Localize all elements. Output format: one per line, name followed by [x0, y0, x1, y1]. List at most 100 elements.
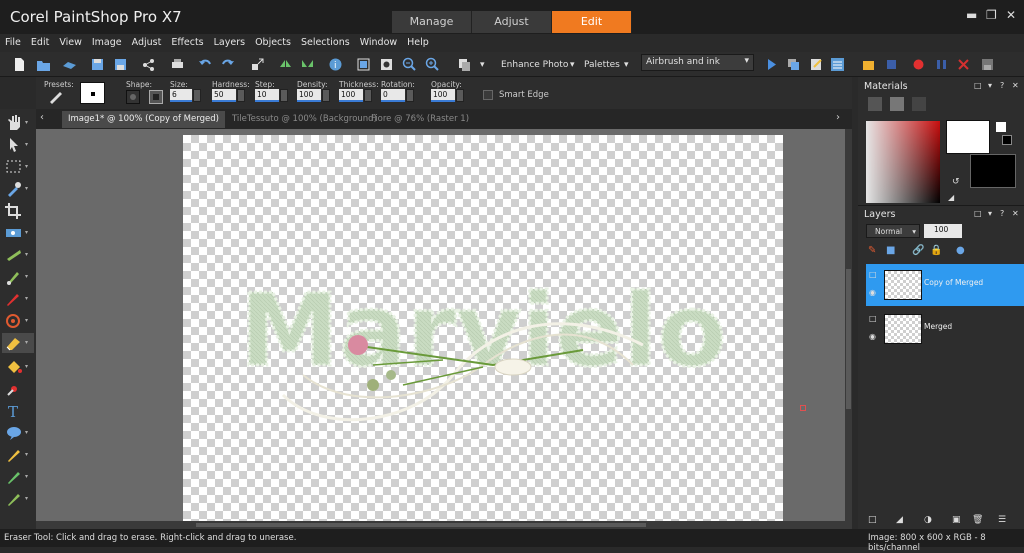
brush-preview[interactable]: [80, 82, 105, 104]
materials-help-icon[interactable]: ?: [1000, 81, 1004, 90]
hardness-spinner[interactable]: [237, 89, 245, 102]
menu-view[interactable]: View: [54, 34, 87, 51]
shape-round-button[interactable]: [126, 90, 140, 104]
crop-tool-icon[interactable]: [4, 202, 24, 220]
menu-help[interactable]: Help: [402, 34, 434, 51]
density-spinner[interactable]: [322, 89, 330, 102]
thickness-input[interactable]: 100: [339, 89, 363, 102]
cancel-script-icon[interactable]: [956, 57, 971, 72]
background-swatch[interactable]: [970, 154, 1016, 188]
visibility-eye-icon[interactable]: ◉: [869, 332, 876, 341]
menu-selections[interactable]: Selections: [296, 34, 355, 51]
rotation-spinner[interactable]: [406, 89, 414, 102]
link-layer-icon[interactable]: 🔗: [912, 245, 924, 256]
script-run-icon[interactable]: [861, 57, 876, 72]
full-screen-icon[interactable]: [356, 57, 371, 72]
size-spinner[interactable]: [193, 89, 201, 102]
pan-tool-icon[interactable]: [4, 114, 24, 132]
thickness-spinner[interactable]: [364, 89, 372, 102]
shape-square-button[interactable]: [149, 90, 163, 104]
layer-row-merged[interactable]: □ ◉ Merged: [866, 308, 1024, 350]
info-icon[interactable]: i: [328, 57, 343, 72]
batch-icon[interactable]: [786, 57, 801, 72]
layer-properties-icon[interactable]: ✎: [868, 245, 876, 256]
makeover-tool-arrow-icon[interactable]: ▾: [25, 495, 28, 502]
lock-layer-icon[interactable]: 🔒: [930, 245, 942, 256]
new-file-icon[interactable]: [12, 57, 27, 72]
canvas-workspace[interactable]: Marvielo: [36, 129, 845, 521]
paint-brush-tool-icon[interactable]: [4, 290, 24, 308]
layers-menu-icon[interactable]: □: [974, 209, 982, 218]
duplicate-layer-icon[interactable]: ▣: [952, 515, 961, 525]
step-spinner[interactable]: [280, 89, 288, 102]
browse-icon[interactable]: [62, 57, 77, 72]
size-input[interactable]: 6: [170, 89, 192, 102]
menu-adjust[interactable]: Adjust: [127, 34, 167, 51]
color-picker[interactable]: [866, 121, 940, 203]
layers-close-icon[interactable]: ✕: [1012, 209, 1019, 218]
straighten-tool-icon[interactable]: [4, 224, 24, 242]
visibility-eye-icon[interactable]: ◉: [869, 288, 876, 297]
enhance-photo-button[interactable]: Enhance Photo: [501, 60, 568, 70]
menu-window[interactable]: Window: [355, 34, 402, 51]
opacity-spinner[interactable]: [456, 89, 464, 102]
fit-window-icon[interactable]: [379, 57, 394, 72]
minimize-icon[interactable]: ▬: [966, 8, 977, 22]
swap-colors-icon[interactable]: ↺: [952, 177, 960, 187]
makeover-tool-icon[interactable]: [4, 490, 24, 508]
rainbow-tab-icon[interactable]: [890, 97, 904, 111]
copy-special-icon[interactable]: [457, 57, 472, 72]
script-edit-icon[interactable]: [809, 57, 824, 72]
materials-menu-icon[interactable]: □: [974, 81, 982, 90]
frame-tab-icon[interactable]: [868, 97, 882, 111]
workspace-select[interactable]: Airbrush and ink ▾: [641, 54, 754, 71]
doc-tab-tiletessuto[interactable]: TileTessuto @ 100% (Background): [226, 111, 383, 128]
pick-tool-icon[interactable]: [4, 136, 24, 154]
redo-icon[interactable]: [220, 57, 235, 72]
layer-opacity-input[interactable]: 100: [924, 224, 962, 238]
red-eye-tool-arrow-icon[interactable]: ▾: [25, 251, 28, 258]
new-raster-layer-icon[interactable]: □: [868, 515, 877, 525]
zoom-in-icon[interactable]: [425, 57, 440, 72]
layer-row-copy-of-merged[interactable]: □ ◉ Copy of Merged: [866, 264, 1024, 306]
hardness-input[interactable]: 50: [212, 89, 236, 102]
share-icon[interactable]: [141, 57, 156, 72]
palettes-button[interactable]: Palettes: [584, 60, 620, 70]
swatches-tab-icon[interactable]: [912, 97, 926, 111]
resize-icon[interactable]: [250, 57, 265, 72]
selection-tool-arrow-icon[interactable]: ▾: [25, 163, 28, 170]
clone-tool-arrow-icon[interactable]: ▾: [25, 273, 28, 280]
menu-layers[interactable]: Layers: [209, 34, 250, 51]
print-icon[interactable]: [170, 57, 185, 72]
image-canvas[interactable]: Marvielo: [183, 135, 783, 521]
stop-icon[interactable]: [884, 57, 899, 72]
preset-shape-tool-arrow-icon[interactable]: ▾: [25, 429, 28, 436]
horizontal-scroll-thumb[interactable]: [196, 523, 646, 527]
pan-tool-arrow-icon[interactable]: ▾: [25, 119, 28, 126]
tab-manage[interactable]: Manage: [392, 11, 472, 33]
layers-dropdown-icon[interactable]: ▾: [988, 209, 992, 218]
dropdown-arrow-icon[interactable]: ▾: [480, 60, 485, 70]
tabs-right-arrow-icon[interactable]: ›: [836, 112, 840, 123]
layer-options-icon[interactable]: ☰: [998, 515, 1006, 525]
layers-help-icon[interactable]: ?: [1000, 209, 1004, 218]
menu-image[interactable]: Image: [87, 34, 127, 51]
play-icon[interactable]: [764, 57, 779, 72]
pause-icon[interactable]: [934, 57, 949, 72]
preset-shape-tool-icon[interactable]: [4, 424, 24, 442]
step-input[interactable]: 10: [255, 89, 279, 102]
menu-objects[interactable]: Objects: [250, 34, 296, 51]
paint-brush-tool-arrow-icon[interactable]: ▾: [25, 295, 28, 302]
rotation-input[interactable]: 0: [381, 89, 405, 102]
flood-fill-tool-icon[interactable]: [4, 358, 24, 376]
undo-icon[interactable]: [198, 57, 213, 72]
opacity-input[interactable]: 100: [431, 89, 455, 102]
dropper-tool-icon[interactable]: [4, 180, 24, 198]
delete-layer-icon[interactable]: 🗑: [972, 515, 983, 525]
pen-tool-arrow-icon[interactable]: ▾: [25, 451, 28, 458]
density-input[interactable]: 100: [297, 89, 321, 102]
picture-tube-tool-icon[interactable]: [4, 380, 24, 398]
straighten-tool-arrow-icon[interactable]: ▾: [25, 229, 28, 236]
layer-mask-icon[interactable]: ■: [886, 245, 895, 256]
script-list-icon[interactable]: [830, 57, 845, 72]
